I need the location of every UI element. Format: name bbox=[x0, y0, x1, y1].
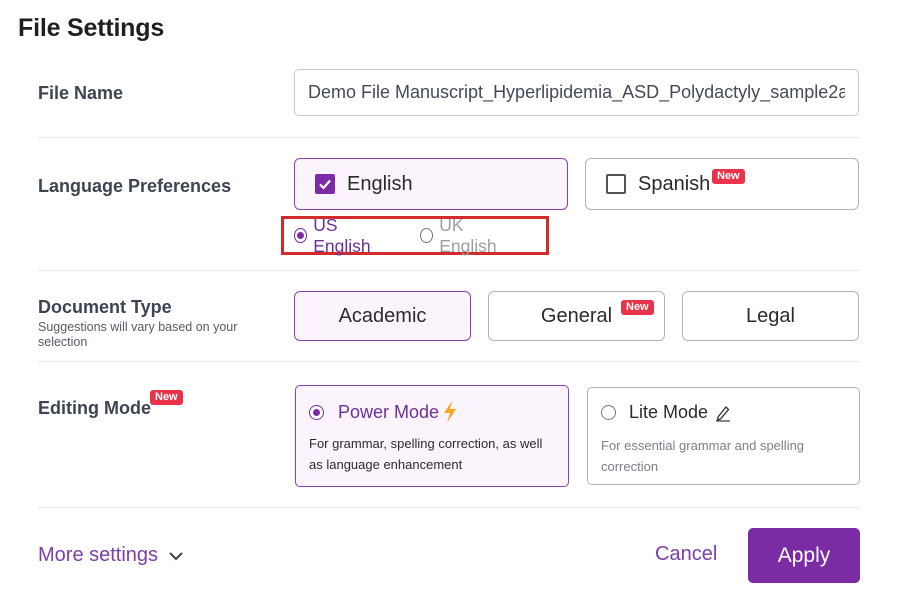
document-type-label: Document Type bbox=[38, 297, 172, 317]
divider bbox=[38, 137, 859, 138]
doc-type-label: Legal bbox=[746, 304, 795, 327]
checkbox-empty-icon bbox=[606, 174, 626, 194]
radio-selected-icon bbox=[309, 404, 324, 420]
new-badge: New bbox=[150, 390, 183, 405]
editing-mode-label: Editing Mode bbox=[38, 398, 151, 418]
language-label: Language Preferences bbox=[38, 176, 232, 196]
radio-unselected-icon bbox=[420, 228, 434, 243]
lightning-icon bbox=[442, 400, 458, 424]
mode-label: Lite Mode bbox=[629, 402, 709, 422]
doc-type-legal[interactable]: Legal bbox=[682, 291, 859, 341]
mode-head: Lite Mode bbox=[601, 402, 859, 423]
divider bbox=[38, 361, 859, 362]
language-option-label: Spanish bbox=[638, 172, 711, 195]
file-name-input[interactable] bbox=[294, 69, 859, 116]
chevron-down-icon bbox=[169, 551, 183, 560]
apply-button[interactable]: Apply bbox=[748, 528, 860, 583]
new-badge: New bbox=[621, 300, 654, 315]
mode-description: For grammar, spelling correction, as wel… bbox=[309, 436, 543, 472]
language-option-english[interactable]: English bbox=[294, 158, 568, 210]
doc-type-label: Academic bbox=[338, 304, 427, 327]
mode-label: Power Mode bbox=[338, 401, 440, 422]
pencil-icon bbox=[715, 404, 731, 422]
dialect-uk-english[interactable]: UK English bbox=[420, 215, 514, 257]
dialect-label: US English bbox=[313, 214, 371, 256]
dialect-selector: US English UK English bbox=[281, 215, 549, 257]
radio-selected-icon bbox=[294, 228, 308, 243]
doc-type-general[interactable]: General bbox=[488, 291, 665, 341]
more-settings-label: More settings bbox=[38, 544, 159, 566]
mode-lite[interactable]: Lite Mode For essential grammar and spel… bbox=[587, 387, 860, 485]
mode-description: For essential grammar and spelling corre… bbox=[601, 438, 805, 474]
new-badge: New bbox=[712, 169, 745, 184]
dialect-us-english[interactable]: US English bbox=[294, 215, 388, 257]
document-type-sublabel: Suggestions will vary based on your sele… bbox=[38, 320, 238, 349]
mode-head: Power Mode bbox=[309, 400, 568, 424]
page-title: File Settings bbox=[18, 14, 165, 42]
divider bbox=[38, 507, 859, 508]
divider bbox=[38, 270, 859, 271]
file-name-label: File Name bbox=[38, 83, 124, 103]
dialect-label: UK English bbox=[439, 214, 497, 256]
language-option-label: English bbox=[347, 172, 413, 195]
more-settings-link[interactable]: More settings bbox=[38, 544, 184, 567]
mode-power[interactable]: Power Mode For grammar, spelling correct… bbox=[295, 385, 569, 487]
cancel-button[interactable]: Cancel bbox=[655, 543, 717, 566]
doc-type-academic[interactable]: Academic bbox=[294, 291, 471, 341]
language-option-spanish[interactable]: Spanish bbox=[585, 158, 859, 210]
doc-type-label: General bbox=[540, 304, 613, 327]
radio-unselected-icon bbox=[601, 405, 616, 420]
checkbox-checked-icon bbox=[315, 174, 335, 194]
